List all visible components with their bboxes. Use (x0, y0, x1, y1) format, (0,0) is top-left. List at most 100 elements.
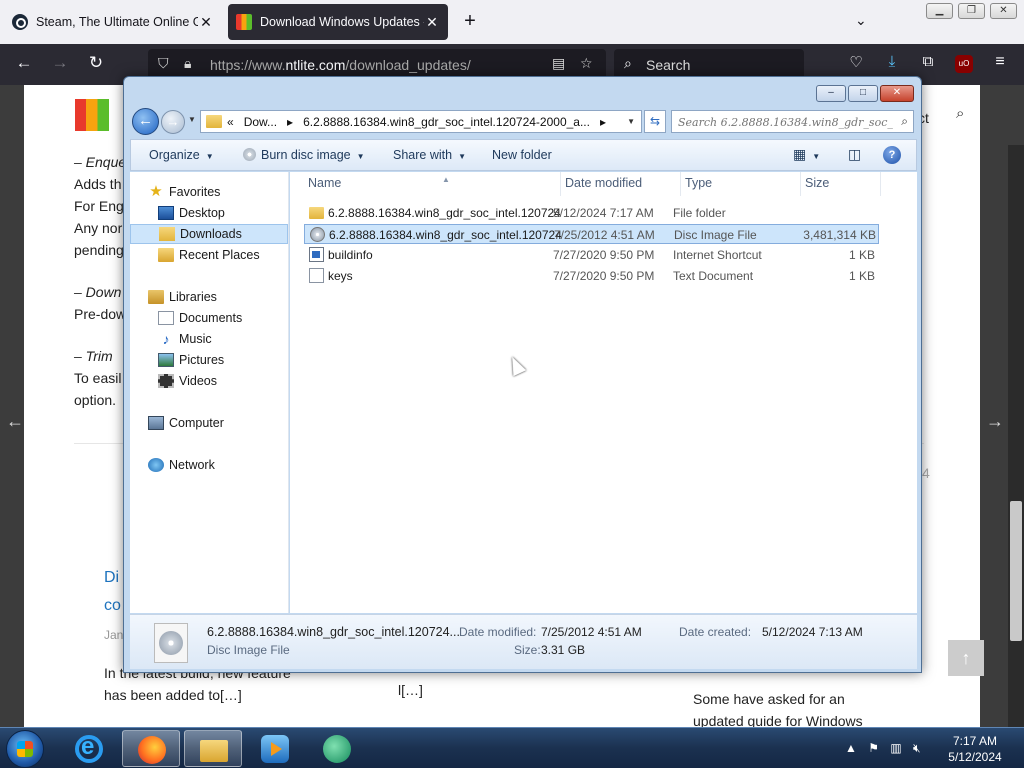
tab-close-icon[interactable]: ✕ (424, 14, 440, 31)
file-row[interactable]: keys 7/27/2020 9:50 PM Text Document 1 K… (304, 266, 879, 286)
forward-button[interactable]: → (161, 110, 185, 134)
refresh-button[interactable]: ⇆ (644, 110, 666, 133)
firefox-icon (138, 736, 166, 764)
forward-arrow-icon[interactable]: → (48, 53, 72, 73)
ublock-icon[interactable]: uO (955, 55, 973, 73)
ntlite-logo[interactable] (75, 99, 109, 131)
file-size: 1 KB (848, 248, 875, 262)
nav-computer[interactable]: Computer (148, 413, 306, 433)
scroll-to-top-button[interactable]: ↑ (948, 640, 984, 676)
web-text: option. (74, 392, 117, 408)
search-label: Search (646, 57, 691, 73)
reload-icon[interactable]: ↻ (84, 53, 108, 73)
back-button[interactable]: ← (132, 108, 159, 135)
address-bar[interactable]: « Dow... ▸ 6.2.8888.16384.win8_gdr_soc_inte… (200, 110, 642, 133)
back-arrow-icon[interactable]: ← (12, 53, 36, 73)
view-options-icon[interactable]: ▦ ▼ (793, 146, 820, 163)
tab-close-icon[interactable]: ✕ (198, 14, 214, 31)
details-size-label: Size: (514, 643, 541, 657)
file-size: 1 KB (848, 269, 875, 283)
bookmark-star-icon[interactable]: ☆ (580, 55, 593, 72)
taskbar-media-player[interactable] (246, 730, 304, 767)
post-link[interactable]: Di (104, 569, 119, 587)
tab-ntlite[interactable]: Download Windows Updates - NTLite ✕ (228, 4, 448, 40)
page-scrollbar[interactable] (1008, 145, 1024, 727)
file-row[interactable]: buildinfo 7/27/2020 9:50 PM Internet Sho… (304, 245, 879, 265)
recent-pages-chevron-icon[interactable]: ▼ (188, 115, 196, 124)
new-folder-button[interactable]: New folder (492, 148, 552, 162)
explorer-search-input[interactable] (678, 112, 893, 132)
post-link[interactable]: co (104, 597, 121, 615)
search-icon[interactable]: ⌕ (956, 105, 964, 122)
taskbar-firefox[interactable] (122, 730, 180, 767)
file-type: Disc Image File (674, 228, 757, 242)
reader-view-icon[interactable]: ▤ (552, 55, 565, 72)
web-text: – Enque (74, 154, 127, 170)
restore-button[interactable]: ❐ (958, 3, 985, 19)
libraries-icon (148, 290, 164, 304)
nav-favorites[interactable]: ★ Favorites (148, 182, 306, 202)
music-icon: ♪ (162, 331, 170, 347)
prev-arrow-icon[interactable]: ← (6, 411, 24, 432)
close-window-button[interactable]: ✕ (990, 3, 1017, 19)
list-all-tabs-chevron-icon[interactable]: ⌄ (855, 12, 867, 29)
lock-icon[interactable]: 🔒︎ (184, 55, 191, 72)
explorer-search-box[interactable]: ⌕ (671, 110, 914, 133)
new-tab-button[interactable]: + (460, 10, 480, 33)
file-row[interactable]: 6.2.8888.16384.win8_gdr_soc_intel.120724… (304, 203, 879, 223)
burn-disc-image-button[interactable]: Burn disc image ▼ (243, 148, 365, 162)
menu-icon[interactable]: ≡ (988, 53, 1012, 71)
explorer-maximize-button[interactable]: □ (848, 85, 878, 102)
details-size: 3.31 GB (541, 643, 586, 657)
breadcrumb-item[interactable]: 6.2.8888.16384.win8_gdr_soc_intel.120724… (303, 115, 590, 129)
media-player-icon (261, 735, 289, 763)
sort-ascending-icon: ▲ (442, 175, 450, 184)
videos-icon (158, 374, 174, 388)
volume-muted-icon[interactable]: 🔇︎ (913, 741, 921, 755)
column-header-type[interactable]: Type (681, 172, 801, 196)
scrollbar-thumb[interactable] (1010, 501, 1022, 641)
taskbar-internet-explorer[interactable] (60, 730, 118, 767)
file-name: buildinfo (328, 248, 373, 262)
web-text: To easil (74, 370, 122, 386)
share-with-button[interactable]: Share with ▼ (393, 148, 466, 162)
breadcrumb-separator-icon[interactable]: ▸ (287, 115, 293, 129)
nav-libraries[interactable]: Libraries (148, 287, 306, 307)
show-hidden-icons-icon[interactable]: ▲ (845, 741, 857, 755)
downloads-icon[interactable]: ⤓ (880, 53, 904, 70)
nav-network[interactable]: Network (148, 455, 306, 475)
clock[interactable]: 7:17 AM 5/12/2024 (940, 733, 1010, 765)
start-button[interactable] (6, 730, 44, 768)
details-date-modified: 7/25/2012 4:51 AM (541, 625, 642, 639)
breadcrumb-separator-icon[interactable]: ▸ (600, 115, 606, 129)
explorer-close-button[interactable]: ✕ (880, 85, 914, 102)
action-center-flag-icon[interactable]: ⚑ (868, 741, 879, 755)
taskbar-explorer[interactable] (184, 730, 242, 767)
web-text: has been added to[…] (104, 687, 242, 703)
file-size: 3,481,314 KB (803, 228, 876, 242)
clock-date: 5/12/2024 (948, 750, 1002, 764)
address-row: ← → ▼ « Dow... ▸ 6.2.8888.16384.win8_gdr_so… (130, 107, 917, 135)
breadcrumb-item[interactable]: Dow... (244, 115, 277, 129)
explorer-minimize-button[interactable]: – (816, 85, 846, 102)
nav-downloads[interactable]: Downloads (130, 224, 288, 244)
column-header-name[interactable]: ▲ Name (304, 172, 561, 196)
organize-button[interactable]: Organize ▼ (149, 148, 214, 162)
shield-icon[interactable]: ⛉ (158, 55, 169, 72)
breadcrumb-overflow[interactable]: « (227, 115, 234, 129)
tab-steam[interactable]: Steam, The Ultimate Online Game Platform… (4, 4, 222, 40)
column-header-size[interactable]: Size (801, 172, 881, 196)
extensions-icon[interactable]: ⧉ (916, 53, 940, 70)
next-arrow-icon[interactable]: → (986, 411, 1004, 432)
column-header-date[interactable]: Date modified (561, 172, 681, 196)
folder-icon (309, 207, 324, 219)
taskbar-greenshot[interactable] (308, 730, 366, 767)
network-tray-icon[interactable]: ▥ (890, 741, 901, 755)
help-icon[interactable]: ? (883, 146, 901, 164)
pocket-icon[interactable]: ♡ (844, 53, 868, 71)
address-dropdown-icon[interactable]: ▼ (627, 117, 635, 126)
preview-pane-icon[interactable]: ◫ (848, 146, 861, 163)
minimize-button[interactable]: ▁ (926, 3, 953, 19)
tab-title: Steam, The Ultimate Online Game Platform (36, 15, 198, 29)
file-row-selected[interactable]: 6.2.8888.16384.win8_gdr_soc_intel.120724… (304, 224, 879, 244)
